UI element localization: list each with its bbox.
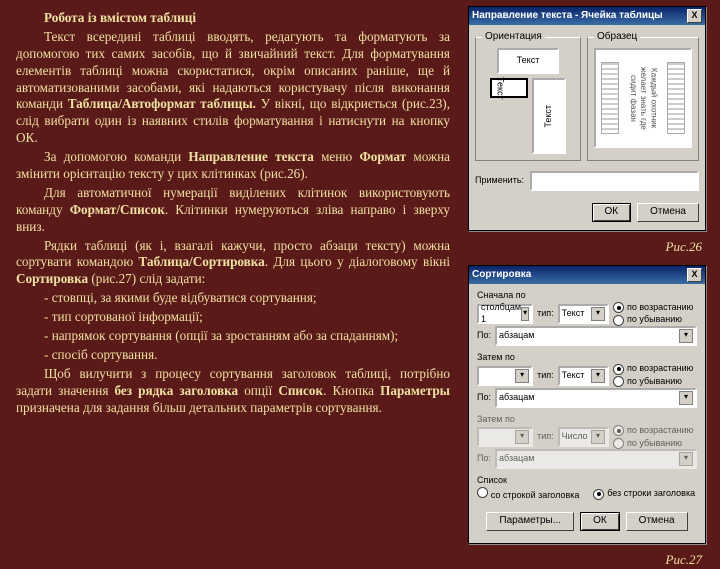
radio-asc[interactable]: по возрастанию: [613, 302, 697, 314]
preview-group: Образец Каждый охотник желает знать где …: [587, 37, 699, 161]
chevron-down-icon[interactable]: ▾: [679, 391, 693, 405]
paragraph-4: Рядки таблиці (як і, взагалі кажучи, про…: [16, 238, 450, 289]
sort-type-select[interactable]: Текст▾: [558, 304, 609, 324]
apply-combo[interactable]: [530, 171, 699, 191]
chevron-down-icon[interactable]: ▾: [679, 329, 693, 343]
chevron-down-icon[interactable]: ▾: [515, 369, 529, 383]
sort-first-label: Сначала по: [477, 290, 697, 302]
chevron-down-icon[interactable]: ▾: [591, 307, 605, 321]
radio-without-header[interactable]: без строки заголовка: [593, 488, 695, 501]
orientation-horizontal[interactable]: Текст: [497, 48, 559, 74]
list-option-block: Список со строкой заголовка без строки з…: [477, 475, 697, 502]
radio-with-header[interactable]: со строкой заголовка: [477, 487, 579, 503]
params-button[interactable]: Параметры...: [486, 512, 574, 531]
close-icon[interactable]: X: [687, 9, 702, 23]
paragraph-2: За допомогою команди Направление текста …: [16, 149, 450, 183]
list-item-2: - тип сортованої інформації;: [16, 309, 450, 326]
sort-by-select[interactable]: абзацам▾: [495, 326, 697, 346]
type-label: тип:: [537, 370, 554, 382]
dialog-titlebar[interactable]: Направление текста - Ячейка таблицы X: [469, 7, 705, 25]
section-title: Робота із вмістом таблиці: [16, 10, 450, 27]
sort-block-1: Сначала по столбцам 1▾ тип: Текст▾ по во…: [477, 290, 697, 346]
type-label: тип:: [537, 308, 554, 320]
ok-button[interactable]: ОК: [580, 512, 620, 531]
dialog-title: Направление текста - Ячейка таблицы: [472, 10, 663, 23]
list-item-1: - стовпці, за якими буде відбуватися сор…: [16, 290, 450, 307]
paragraph-3: Для автоматичної нумерації виділених клі…: [16, 185, 450, 236]
text-direction-dialog: Направление текста - Ячейка таблицы X Ор…: [468, 6, 706, 231]
sort-block-3: Затем по ▾ тип: Число▾ по возрастанию по…: [477, 414, 697, 470]
sort-column-select[interactable]: столбцам 1▾: [477, 304, 533, 324]
dialog-titlebar[interactable]: Сортировка X: [469, 266, 705, 284]
by-label: По:: [477, 392, 491, 404]
cancel-button[interactable]: Отмена: [637, 203, 699, 222]
orientation-group: Ориентация Текст Текст Текст: [475, 37, 581, 161]
then-by-label: Затем по: [477, 414, 697, 426]
paragraph-5: Щоб вилучити з процесу сортування заголо…: [16, 366, 450, 417]
figure-caption-27: Рис.27: [666, 552, 702, 569]
sort-dialog: Сортировка X Сначала по столбцам 1▾ тип:…: [468, 265, 706, 544]
chevron-down-icon[interactable]: ▾: [521, 307, 529, 321]
list-label: Список: [477, 475, 697, 487]
list-item-3: - напрямок сортування (опції за зростанн…: [16, 328, 450, 345]
orientation-vertical-1[interactable]: Текст: [490, 78, 528, 98]
sort-column-select-2[interactable]: ▾: [477, 366, 533, 386]
chevron-down-icon[interactable]: ▾: [679, 452, 693, 466]
cancel-button[interactable]: Отмена: [626, 512, 688, 531]
group-label: Ориентация: [482, 31, 545, 44]
list-item-4: - спосіб сортування.: [16, 347, 450, 364]
paragraph-1: Текст всередині таблиці вводять, редагую…: [16, 29, 450, 147]
sort-by-select-2[interactable]: абзацам▾: [495, 388, 697, 408]
preview-pane: Каждый охотник желает знать где сидит фа…: [594, 48, 692, 148]
figure-caption-26: Рис.26: [666, 239, 702, 256]
radio-desc[interactable]: по убыванию: [613, 376, 697, 388]
orientation-vertical-2[interactable]: Текст: [532, 78, 566, 154]
sort-block-2: Затем по ▾ тип: Текст▾ по возрастанию по…: [477, 352, 697, 408]
close-icon[interactable]: X: [687, 268, 702, 282]
by-label: По:: [477, 330, 491, 342]
chevron-down-icon[interactable]: ▾: [591, 430, 605, 444]
ok-button[interactable]: ОК: [592, 203, 632, 222]
sort-type-select-3[interactable]: Число▾: [558, 427, 609, 447]
text-column: Робота із вмістом таблиці Текст всередин…: [0, 0, 460, 540]
apply-label: Применить:: [475, 175, 524, 187]
group-label: Образец: [594, 31, 640, 44]
sort-by-select-3[interactable]: абзацам▾: [495, 449, 697, 469]
figures-column: Направление текста - Ячейка таблицы X Ор…: [460, 0, 720, 540]
sort-type-select-2[interactable]: Текст▾: [558, 366, 609, 386]
then-by-label: Затем по: [477, 352, 697, 364]
chevron-down-icon[interactable]: ▾: [591, 369, 605, 383]
radio-asc[interactable]: по возрастанию: [613, 363, 697, 375]
radio-desc[interactable]: по убыванию: [613, 314, 697, 326]
sort-column-select-3[interactable]: ▾: [477, 427, 533, 447]
chevron-down-icon[interactable]: ▾: [515, 430, 529, 444]
dialog-title: Сортировка: [472, 269, 531, 282]
